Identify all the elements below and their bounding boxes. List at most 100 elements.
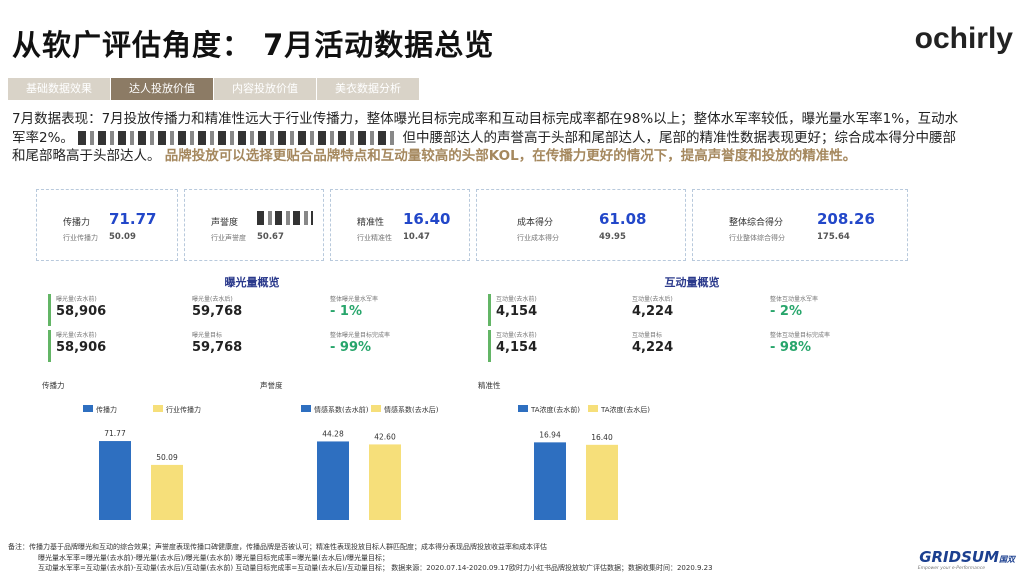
footnote-line: 备注：传播力基于品牌曝光和互动的综合效果；声誉度表现传播口碑健康度，传播品牌是否… [8,543,547,551]
metric-label: 整体曝光量水军率 [330,296,379,303]
metric-label: 互动量(去水前) [496,332,537,339]
metric-label: 曝光量(去水前) [56,296,97,303]
bar [534,442,566,520]
summary-paragraph: 7月数据表现：7月投放传播力和精准性远大于行业传播力，整体曝光目标完成率和互动目… [12,110,962,166]
data-label: 71.77 [104,429,126,438]
metric-value: 59,768 [192,304,243,319]
metric-cell: 整体互动量目标完成率 - 98% [764,330,896,362]
kpi-value: 16.40 [403,210,451,228]
legend-label: 情感系数(去水前) [314,405,369,414]
metric-cell: 整体互动量水军率 - 2% [764,294,896,326]
metric-cell: 整体曝光量水军率 - 1% [324,294,456,326]
tab-apparel-analysis[interactable]: 美衣数据分析 [317,78,419,100]
metric-cell: 互动量目标 4,224 [626,330,758,362]
legend-swatch [371,405,381,412]
legend-swatch [153,405,163,412]
kpi-card-overall: 整体综合得分 208.26 行业整体综合得分 175.64 [692,189,908,261]
metric-percent: - 2% [770,304,802,319]
page-title: 从软广评估角度： 7月活动数据总览 [12,28,495,62]
metric-label: 曝光量(去水后) [192,296,233,303]
metric-cell: 曝光量目标 59,768 [186,330,318,362]
chart-card-precision: 精准性 TA浓度(去水前) 16.94 TA浓度(去水后) 16.40 [472,370,680,540]
data-label: 50.09 [156,453,178,462]
legend-label: 传播力 [96,405,117,414]
metric-value: 4,224 [632,304,674,319]
tab-content-value[interactable]: 内容投放价值 [214,78,316,100]
metric-label: 曝光量(去水前) [56,332,97,339]
exposure-overview-panel: 曝光量概览 曝光量(去水前) 58,906 曝光量(去水后) 59,768 整体… [36,268,468,364]
footnotes: 备注：传播力基于品牌曝光和互动的综合效果；声誉度表现传播口碑健康度，传播品牌是否… [8,542,713,574]
bar [317,441,349,520]
bar [586,444,618,520]
metric-label: 互动量(去水后) [632,296,673,303]
bar [151,464,183,520]
kpi-value: 208.26 [817,210,875,228]
metric-label: 整体互动量目标完成率 [770,332,831,339]
redacted-block [78,130,399,145]
tab-basic-data[interactable]: 基础数据效果 [8,78,110,100]
kpi-sub-label: 行业传播力 [63,234,98,242]
footnote-line: 互动量水军率=互动量(去水前)-互动量(去水后)/互动量(去水前) 互动量目标完… [38,564,713,572]
brand-logo: ochirly [914,22,1013,55]
data-label: 16.94 [539,430,561,439]
summary-highlight: 品牌投放可以选择更贴合品牌特点和互动量较高的头部KOL，在传播力更好的情况下，提… [164,148,857,164]
gridsum-tagline: Empower your e-Performance [917,566,985,571]
legend-swatch [83,405,93,412]
metric-value: 4,154 [496,304,538,319]
kpi-card-cost: 成本得分 61.08 行业成本得分 49.95 [476,189,686,261]
tab-bar: 基础数据效果 达人投放价值 内容投放价值 美衣数据分析 [8,78,420,100]
gridsum-logo: GRIDSUM国双 [919,548,1015,566]
metric-cell: 互动量(去水前) 4,154 [488,330,620,362]
legend-label: 行业传播力 [166,405,201,414]
metric-cell: 整体曝光量目标完成率 - 99% [324,330,456,362]
chart-card-reputation: 声誉度 情感系数(去水前) 44.28 情感系数(去水后) 42.60 [254,370,464,540]
kpi-sub-value: 49.95 [599,232,626,242]
metric-value: 59,768 [192,340,243,355]
footnote-line: 曝光量水军率=曝光量(去水前)-曝光量(去水后)/曝光量(去水前) 曝光量目标完… [38,553,390,562]
kpi-label: 声誉度 [211,218,239,228]
legend-swatch [301,405,311,412]
kpi-sub-value: 175.64 [817,232,850,242]
metric-label: 互动量目标 [632,332,663,339]
kpi-sub-label: 行业成本得分 [517,234,559,242]
legend-swatch [518,405,528,412]
kpi-sub-label: 行业精准性 [357,234,392,242]
metric-percent: - 99% [330,340,372,355]
metric-label: 互动量(去水前) [496,296,537,303]
tab-kol-value[interactable]: 达人投放价值 [111,78,213,100]
kpi-sub-value: 10.47 [403,232,430,242]
kpi-label: 精准性 [357,218,385,228]
redacted-value [257,211,313,225]
kpi-value: 61.08 [599,210,647,228]
data-label: 42.60 [374,432,396,441]
chart-precision: TA浓度(去水前) 16.94 TA浓度(去水后) 16.40 [518,405,650,520]
kpi-sub-label: 行业声誉度 [211,234,246,242]
kpi-label: 整体综合得分 [729,218,784,228]
panel-title: 互动量概览 [664,276,720,289]
panel-title: 曝光量概览 [224,276,280,289]
kpi-card-reach: 传播力 71.77 行业传播力 50.09 [36,189,178,261]
metric-value: 4,154 [496,340,538,355]
data-label: 16.40 [591,433,613,442]
metric-value: 58,906 [56,340,107,355]
chart-reach: 传播力 71.77 行业传播力 50.09 [83,405,201,520]
metric-label: 曝光量目标 [192,332,223,339]
metric-label: 整体互动量水军率 [770,296,819,303]
metric-cell: 曝光量(去水前) 58,906 [48,294,180,326]
metric-cell: 互动量(去水后) 4,224 [626,294,758,326]
data-label: 44.28 [322,429,344,438]
kpi-sub-label: 行业整体综合得分 [729,234,785,242]
metric-percent: - 98% [770,340,812,355]
kpi-value: 71.77 [109,210,157,228]
kpi-label: 成本得分 [517,218,554,228]
bar [99,441,131,520]
kpi-sub-value: 50.09 [109,232,136,242]
legend-label: 情感系数(去水后) [384,405,439,414]
chart-card-reach: 传播力 传播力 71.77 行业传播力 50.09 [36,370,246,540]
legend-swatch [588,405,598,412]
legend-label: TA浓度(去水后) [600,405,650,414]
bar [369,444,401,520]
metric-cell: 曝光量(去水前) 58,906 [48,330,180,362]
kpi-card-reputation: 声誉度 行业声誉度 50.67 [184,189,324,261]
kpi-card-precision: 精准性 16.40 行业精准性 10.47 [330,189,470,261]
